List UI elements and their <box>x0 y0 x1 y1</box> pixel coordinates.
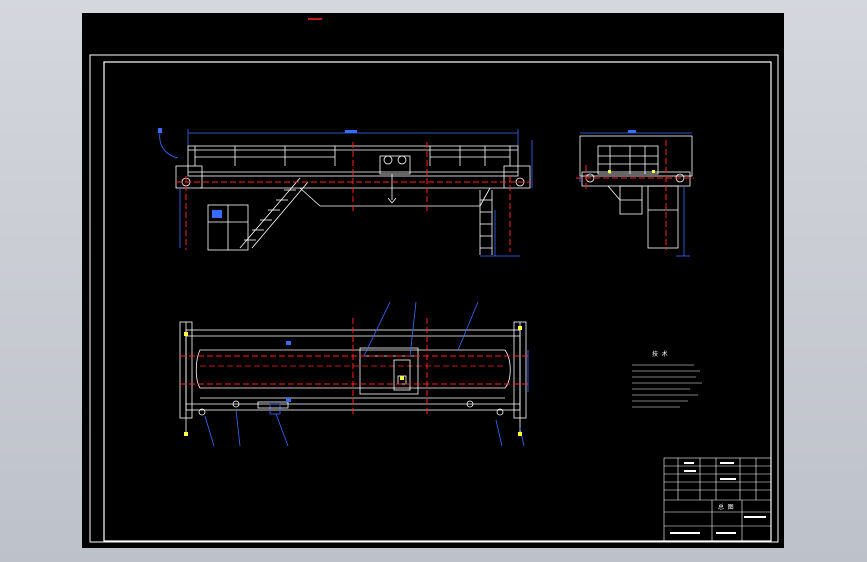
notes-title: 技 术 <box>652 350 668 358</box>
title-block-main-label: 总 图 <box>718 503 734 511</box>
cad-canvas[interactable]: 技 术 总 图 <box>0 0 867 562</box>
drawing-sheet <box>82 13 784 548</box>
